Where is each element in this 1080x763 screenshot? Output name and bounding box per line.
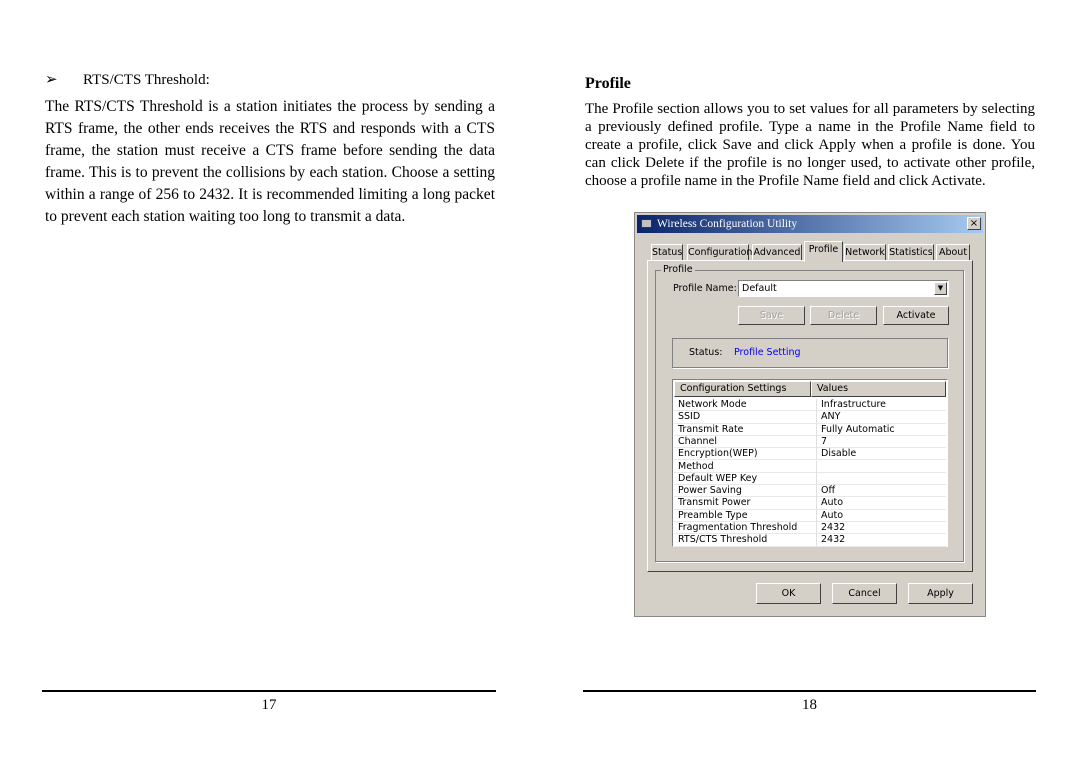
table-row[interactable]: Encryption(WEP) Disable [674, 448, 946, 461]
cancel-button[interactable]: Cancel [832, 583, 897, 604]
setting-name: Fragmentation Threshold [678, 522, 798, 533]
close-button[interactable]: × [967, 217, 981, 230]
setting-value: Off [816, 485, 835, 498]
table-row[interactable]: Transmit Power Auto [674, 497, 946, 510]
table-row[interactable]: Method [674, 460, 946, 473]
tab-statistics[interactable]: Statistics [888, 244, 934, 261]
table-row[interactable]: SSID ANY [674, 411, 946, 424]
setting-name: Channel [678, 435, 718, 447]
status-box: Status: Profile Setting [672, 338, 948, 368]
setting-name: Network Mode [678, 399, 747, 410]
column-header-values[interactable]: Values [811, 381, 946, 397]
bullet-heading-text: RTS/CTS Threshold: [83, 72, 210, 88]
setting-value [816, 472, 821, 485]
tab-network[interactable]: Network [844, 244, 886, 261]
setting-value: Fully Automatic [816, 423, 895, 436]
table-row[interactable]: Power Saving Off [674, 485, 946, 498]
delete-button[interactable]: Delete [810, 306, 877, 325]
setting-name: Transmit Power [678, 497, 751, 509]
bullet-heading: ➢ RTS/CTS Threshold: [45, 70, 210, 90]
setting-value [816, 460, 821, 473]
table-row[interactable]: RTS/CTS Threshold 2432 [674, 534, 946, 547]
table-row[interactable]: Default WEP Key [674, 472, 946, 486]
profile-name-combobox[interactable]: Default ▼ [738, 280, 949, 297]
profile-name-label: Profile Name: [673, 283, 737, 294]
page-number-left: 17 [261, 697, 277, 713]
arrow-bullet-icon: ➢ [45, 72, 58, 88]
profile-name-value: Default [742, 283, 777, 294]
tab-advanced[interactable]: Advanced [752, 244, 802, 261]
apply-button[interactable]: Apply [908, 583, 973, 604]
ok-button[interactable]: OK [756, 583, 821, 604]
title-bar: Wireless Configuration Utility × [637, 215, 983, 233]
setting-value: 2432 [816, 522, 845, 534]
status-value: Profile Setting [734, 347, 801, 358]
section-heading: Profile [585, 75, 631, 92]
setting-value: Auto [816, 497, 843, 510]
table-row[interactable]: Transmit Rate Fully Automatic [674, 423, 946, 436]
table-row[interactable]: Channel 7 [674, 435, 946, 449]
table-row[interactable]: Preamble Type Auto [674, 509, 946, 522]
setting-name: RTS/CTS Threshold [678, 534, 768, 546]
setting-name: Preamble Type [678, 509, 748, 521]
table-row[interactable]: Network Mode Infrastructure [674, 399, 946, 412]
column-header-settings[interactable]: Configuration Settings [674, 381, 811, 397]
table-row[interactable]: Fragmentation Threshold 2432 [674, 522, 946, 535]
setting-value: Auto [816, 509, 843, 522]
tab-configuration[interactable]: Configuration [687, 244, 752, 261]
footer-rule-right [583, 690, 1036, 692]
group-label: Profile [661, 264, 695, 275]
tab-status[interactable]: Status [651, 244, 683, 261]
footer-rule-left [42, 690, 496, 692]
setting-name: Default WEP Key [678, 472, 758, 484]
setting-value: 2432 [816, 534, 845, 547]
setting-name: Encryption(WEP) [678, 448, 758, 460]
chevron-down-icon[interactable]: ▼ [934, 282, 947, 295]
status-label: Status: [689, 347, 723, 358]
page-number-right: 18 [802, 697, 817, 713]
setting-value: Infrastructure [816, 399, 886, 411]
left-paragraph: The RTS/CTS Threshold is a station initi… [45, 98, 495, 225]
save-button[interactable]: Save [738, 306, 805, 325]
right-paragraph: The Profile section allows you to set va… [585, 101, 1035, 189]
dialog-title: Wireless Configuration Utility [657, 218, 798, 230]
setting-value: Disable [816, 448, 856, 461]
computer-icon [641, 219, 652, 228]
setting-name: Method [678, 460, 714, 472]
activate-button[interactable]: Activate [883, 306, 949, 325]
wireless-config-dialog: Wireless Configuration Utility × Status … [634, 212, 986, 617]
setting-name: Transmit Rate [678, 423, 744, 435]
setting-name: SSID [678, 411, 701, 423]
settings-list[interactable]: Configuration Settings Values Network Mo… [672, 379, 948, 547]
tab-profile[interactable]: Profile [804, 241, 843, 262]
setting-value: 7 [816, 435, 827, 448]
setting-name: Power Saving [678, 485, 742, 497]
tab-about[interactable]: About [936, 244, 970, 261]
setting-value: ANY [816, 411, 840, 424]
